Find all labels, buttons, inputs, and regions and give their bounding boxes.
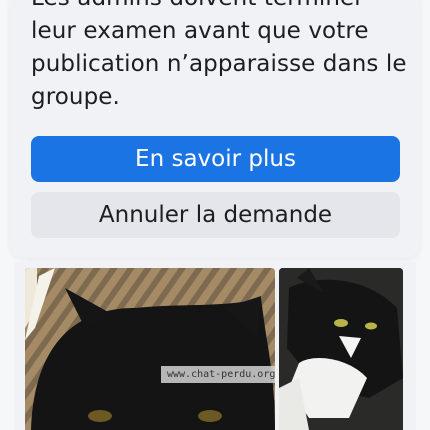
black-cat-image bbox=[25, 268, 275, 430]
post-view: Les admins doivent terminer leur examen … bbox=[0, 0, 430, 430]
cat-photo-2[interactable] bbox=[279, 268, 403, 430]
pending-approval-message: Les admins doivent terminer leur examen … bbox=[31, 0, 407, 110]
cancel-request-button[interactable]: Annuler la demande bbox=[31, 192, 400, 238]
cat-photo-1[interactable]: www.chat-perdu.org bbox=[25, 268, 275, 430]
pending-approval-card: Les admins doivent terminer leur examen … bbox=[10, 0, 420, 258]
photo-watermark: www.chat-perdu.org bbox=[161, 366, 275, 383]
tuxedo-cat-image bbox=[279, 268, 403, 430]
post-photo-strip: www.chat-perdu.org bbox=[14, 262, 416, 430]
learn-more-button[interactable]: En savoir plus bbox=[31, 136, 400, 182]
